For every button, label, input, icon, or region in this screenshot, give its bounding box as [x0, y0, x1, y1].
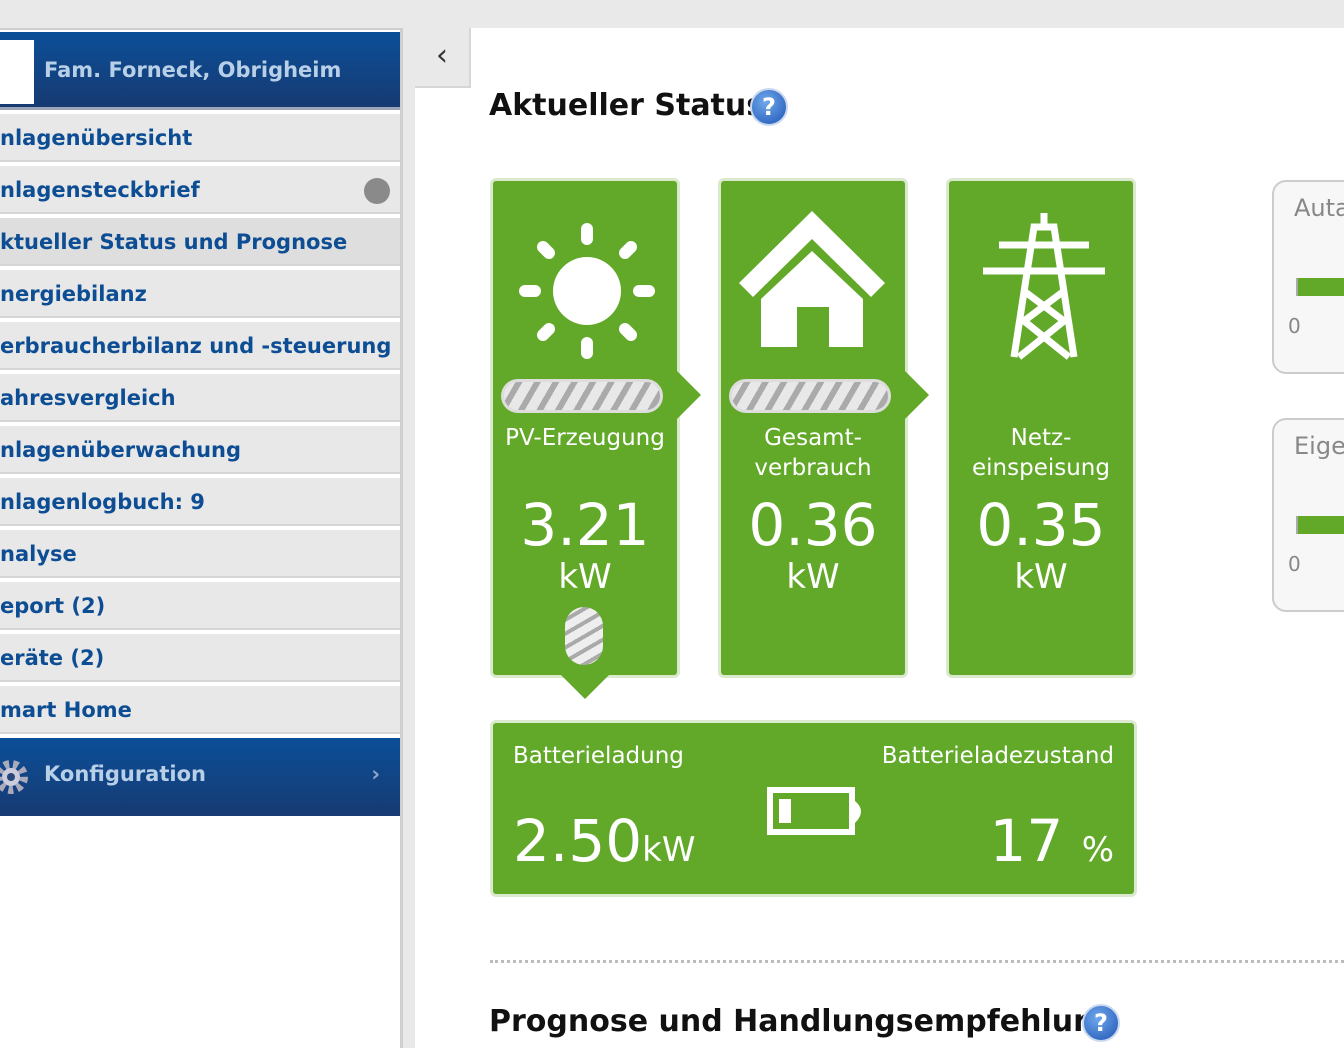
battery-soc: 17 %	[989, 807, 1114, 875]
card-unit: kW	[786, 557, 840, 597]
card-value: 3.21	[520, 491, 650, 559]
help-icon[interactable]: ?	[1082, 1004, 1120, 1042]
battery-icon	[767, 787, 861, 835]
autarky-bar	[1296, 278, 1344, 296]
card-label: Netz- einspeisung	[972, 425, 1110, 481]
menu-label: erbraucherbilanz und -steuerung	[0, 334, 392, 358]
sun-icon	[519, 223, 655, 359]
panel-title: Eige	[1294, 432, 1344, 460]
card-value: 0.36	[748, 491, 878, 559]
axis-zero: 0	[1288, 552, 1301, 576]
flow-indicator	[501, 379, 663, 413]
arrow-down-icon	[561, 675, 609, 699]
battery-charge: 2.50kW	[513, 807, 695, 875]
battery-soc-unit: %	[1081, 830, 1114, 870]
menu-item[interactable]: nalyse	[0, 530, 400, 578]
status-title: Aktueller Status	[489, 88, 765, 123]
menu-label: nlagenübersicht	[0, 126, 193, 150]
collapse-sidebar-button[interactable]: ‹	[415, 28, 471, 88]
menu-label: nergiebilanz	[0, 282, 147, 306]
consumption-card: Gesamt- verbrauch 0.36 kW	[718, 178, 929, 678]
autarky-panel: Auta 0	[1272, 180, 1344, 374]
menu-label: nlagensteckbrief	[0, 178, 200, 202]
menu-label: nlagenüberwachung	[0, 438, 242, 462]
menu-label: eport (2)	[0, 594, 106, 618]
battery-charge-value: 2.50	[513, 807, 643, 875]
card-label: Gesamt- verbrauch	[754, 425, 872, 481]
menu-item[interactable]: nlagensteckbrief	[0, 166, 400, 214]
globe-icon[interactable]	[364, 178, 390, 204]
menu-label: ktueller Status und Prognose	[0, 230, 348, 254]
forecast-title: Prognose und Handlungsempfehlung	[489, 1004, 1116, 1039]
battery-soc-label: Batterieladezustand	[881, 743, 1114, 769]
configuration-menu[interactable]: Konfiguration ›	[0, 738, 400, 816]
menu-label: eräte (2)	[0, 646, 105, 670]
card-unit: kW	[558, 557, 612, 597]
self-consumption-bar	[1296, 516, 1344, 534]
battery-panel: Batterieladung 2.50kW Batterieladezustan…	[490, 720, 1137, 897]
menu-item[interactable]: nlagenlogbuch: 9	[0, 478, 400, 526]
gear-icon	[0, 760, 28, 794]
plant-title: Fam. Forneck, Obrigheim	[44, 58, 342, 82]
chevron-right-icon: ›	[371, 762, 380, 786]
menu-item[interactable]: nergiebilanz	[0, 270, 400, 318]
plant-thumbnail	[0, 40, 34, 104]
battery-soc-value: 17	[989, 807, 1064, 875]
configuration-label: Konfiguration	[44, 762, 206, 786]
panel-title: Auta	[1294, 194, 1344, 222]
grid-feed-card: Netz- einspeisung 0.35 kW	[946, 178, 1136, 678]
divider	[490, 960, 1344, 963]
battery-charge-label: Batterieladung	[513, 743, 684, 769]
flow-down-indicator	[565, 607, 603, 665]
menu-item[interactable]: erbraucherbilanz und -steuerung	[0, 322, 400, 370]
battery-charge-unit: kW	[642, 830, 696, 870]
axis-zero: 0	[1288, 314, 1301, 338]
card-unit: kW	[1014, 557, 1068, 597]
house-icon	[739, 211, 885, 347]
self-consumption-panel: Eige 0	[1272, 418, 1344, 612]
plant-header[interactable]: Fam. Forneck, Obrigheim	[0, 32, 400, 110]
card-label: PV-Erzeugung	[505, 425, 665, 451]
menu-label: nlagenlogbuch: 9	[0, 490, 205, 514]
menu-item[interactable]: nlagenübersicht	[0, 114, 400, 162]
menu-item[interactable]: eräte (2)	[0, 634, 400, 682]
arrow-right-icon	[905, 371, 929, 419]
pv-card: PV-Erzeugung 3.21 kW	[490, 178, 701, 699]
card-value: 0.35	[976, 491, 1106, 559]
menu-label: ahresvergleich	[0, 386, 176, 410]
sidebar: Fam. Forneck, Obrigheim nlagenübersicht …	[0, 28, 403, 1048]
menu-item[interactable]: nlagenüberwachung	[0, 426, 400, 474]
menu-item[interactable]: mart Home	[0, 686, 400, 734]
arrow-right-icon	[677, 371, 701, 419]
menu-label: nalyse	[0, 542, 77, 566]
menu-item-active[interactable]: ktueller Status und Prognose	[0, 218, 400, 266]
menu-item[interactable]: eport (2)	[0, 582, 400, 630]
menu-label: mart Home	[0, 698, 132, 722]
help-icon[interactable]: ?	[750, 88, 788, 126]
menu-item[interactable]: ahresvergleich	[0, 374, 400, 422]
power-pylon-icon	[983, 213, 1105, 360]
flow-indicator	[729, 379, 891, 413]
